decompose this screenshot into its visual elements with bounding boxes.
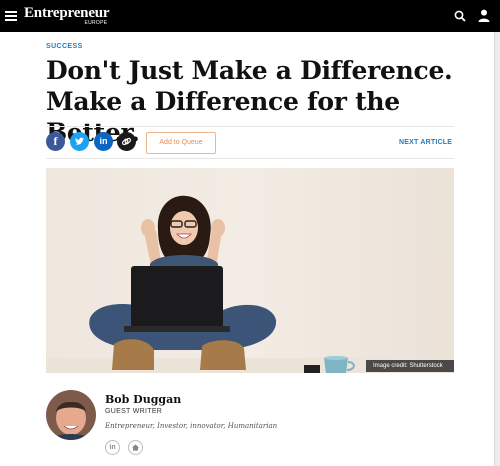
section-label[interactable]: SUCCESS bbox=[46, 43, 83, 50]
top-navigation-bar: Entrepreneur EUROPE bbox=[0, 0, 500, 32]
author-linkedin-button[interactable]: in bbox=[105, 440, 120, 455]
hero-image bbox=[46, 168, 454, 373]
menu-icon[interactable] bbox=[5, 11, 17, 21]
facebook-icon: f bbox=[53, 134, 58, 148]
author-avatar[interactable] bbox=[46, 390, 96, 440]
next-article-link[interactable]: NEXT ARTICLE bbox=[399, 139, 452, 146]
copy-link-icon bbox=[121, 137, 132, 146]
headline-line-1: Don't Just Make a Difference. bbox=[46, 56, 453, 85]
home-icon bbox=[132, 444, 139, 451]
twitter-share-button[interactable] bbox=[70, 132, 89, 151]
brand-name: Entrepreneur bbox=[24, 5, 110, 21]
facebook-share-button[interactable]: f bbox=[46, 132, 65, 151]
copy-link-button[interactable] bbox=[117, 132, 136, 151]
linkedin-icon: in bbox=[99, 136, 108, 146]
search-icon[interactable] bbox=[454, 10, 466, 22]
author-bio: Entrepreneur, Investor, innovator, Human… bbox=[105, 422, 278, 430]
author-role: GUEST WRITER bbox=[105, 408, 163, 415]
divider bbox=[46, 158, 454, 159]
brand-region: EUROPE bbox=[84, 20, 108, 26]
divider bbox=[46, 126, 454, 127]
brand-logo[interactable]: Entrepreneur EUROPE bbox=[24, 5, 110, 26]
linkedin-icon: in bbox=[109, 444, 116, 451]
image-credit: Image credit: Shutterstock bbox=[366, 360, 454, 372]
add-to-queue-button[interactable]: Add to Queue bbox=[146, 132, 216, 154]
scrollbar-track[interactable] bbox=[494, 32, 500, 466]
author-name[interactable]: Bob Duggan bbox=[105, 393, 181, 406]
user-icon[interactable] bbox=[478, 9, 490, 22]
twitter-icon bbox=[75, 137, 85, 145]
author-website-button[interactable] bbox=[128, 440, 143, 455]
linkedin-share-button[interactable]: in bbox=[94, 132, 113, 151]
